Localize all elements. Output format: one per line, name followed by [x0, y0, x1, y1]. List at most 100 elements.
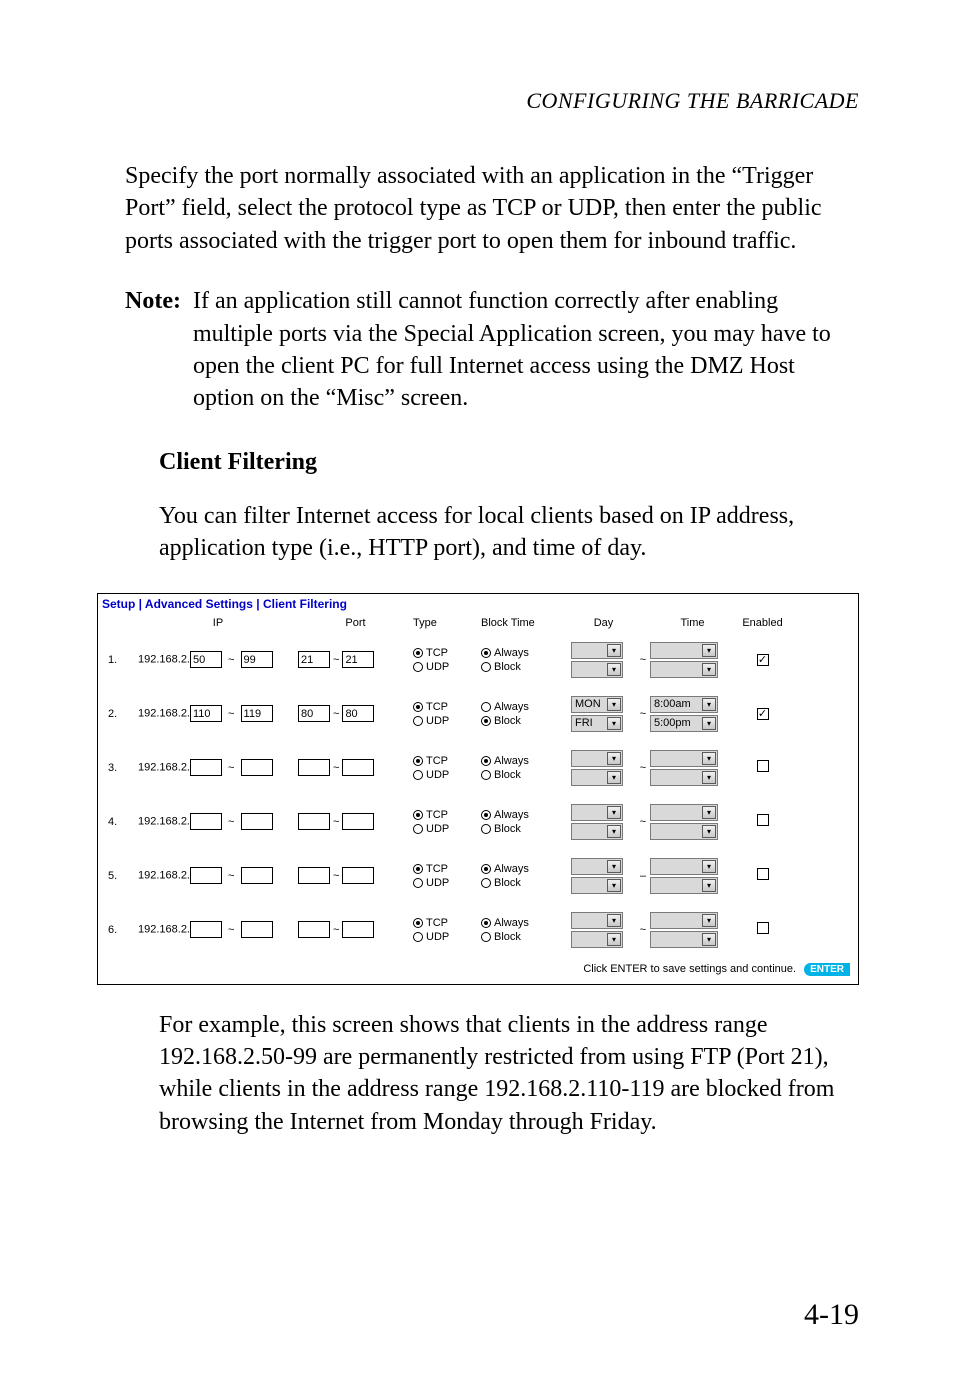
row-index: 1.	[108, 654, 138, 666]
day-from-select[interactable]: MON▾	[571, 696, 623, 713]
block-always-radio[interactable]	[481, 918, 491, 928]
table-row: 6.192.168.2. ~ ~TCPUDPAlwaysBlock▾▾~▾▾	[98, 903, 858, 957]
port-from-input[interactable]	[298, 651, 330, 668]
header-ip: IP	[138, 617, 298, 629]
block-block-radio[interactable]	[481, 716, 491, 726]
chevron-down-icon: ▾	[607, 771, 621, 784]
port-to-input[interactable]	[342, 813, 374, 830]
enabled-checkbox[interactable]	[757, 814, 769, 826]
ip-from-input[interactable]	[190, 651, 222, 668]
enabled-checkbox[interactable]	[757, 760, 769, 772]
client-filtering-intro: You can filter Internet access for local…	[159, 500, 859, 565]
chevron-down-icon: ▾	[607, 806, 621, 819]
day-to-select[interactable]: FRI▾	[571, 715, 623, 732]
port-from-input[interactable]	[298, 759, 330, 776]
enter-button[interactable]: ENTER	[804, 963, 850, 976]
day-from-select[interactable]: ▾	[571, 804, 623, 821]
enabled-checkbox[interactable]	[757, 922, 769, 934]
block-block-radio[interactable]	[481, 932, 491, 942]
day-to-select[interactable]: ▾	[571, 769, 623, 786]
port-from-input[interactable]	[298, 813, 330, 830]
port-from-input[interactable]	[298, 705, 330, 722]
time-from-select[interactable]: ▾	[650, 804, 718, 821]
time-from-select[interactable]: ▾	[650, 750, 718, 767]
day-to-select[interactable]: ▾	[571, 877, 623, 894]
time-to-select[interactable]: ▾	[650, 661, 718, 678]
time-to-select[interactable]: ▾	[650, 769, 718, 786]
type-tcp-radio[interactable]	[413, 864, 423, 874]
chevron-down-icon: ▾	[702, 825, 716, 838]
type-tcp-radio[interactable]	[413, 756, 423, 766]
chevron-down-icon: ▾	[702, 933, 716, 946]
enabled-checkbox[interactable]	[757, 654, 769, 666]
ip-to-input[interactable]	[241, 651, 273, 668]
chevron-down-icon: ▾	[607, 879, 621, 892]
block-block-radio[interactable]	[481, 824, 491, 834]
port-to-input[interactable]	[342, 651, 374, 668]
enabled-checkbox[interactable]	[757, 868, 769, 880]
time-from-select[interactable]: ▾	[650, 858, 718, 875]
type-udp-radio[interactable]	[413, 716, 423, 726]
type-tcp-radio[interactable]	[413, 702, 423, 712]
ip-from-input[interactable]	[190, 867, 222, 884]
ip-to-input[interactable]	[241, 921, 273, 938]
port-to-input[interactable]	[342, 705, 374, 722]
ip-prefix: 192.168.2.	[138, 870, 190, 882]
client-filtering-heading: Client Filtering	[159, 449, 859, 476]
type-udp-radio[interactable]	[413, 824, 423, 834]
type-udp-radio[interactable]	[413, 932, 423, 942]
time-from-select[interactable]: 8:00am▾	[650, 696, 718, 713]
time-to-select[interactable]: ▾	[650, 931, 718, 948]
port-to-input[interactable]	[342, 921, 374, 938]
ip-prefix: 192.168.2.	[138, 654, 190, 666]
day-to-select[interactable]: ▾	[571, 931, 623, 948]
time-to-select[interactable]: ▾	[650, 877, 718, 894]
ip-to-input[interactable]	[241, 705, 273, 722]
time-to-select[interactable]: ▾	[650, 823, 718, 840]
type-tcp-radio[interactable]	[413, 648, 423, 658]
ip-prefix: 192.168.2.	[138, 762, 190, 774]
day-from-select[interactable]: ▾	[571, 642, 623, 659]
day-from-select[interactable]: ▾	[571, 912, 623, 929]
time-from-select[interactable]: ▾	[650, 642, 718, 659]
chevron-down-icon: ▾	[702, 717, 716, 730]
ip-to-input[interactable]	[241, 813, 273, 830]
day-from-select[interactable]: ▾	[571, 858, 623, 875]
port-to-input[interactable]	[342, 867, 374, 884]
running-head: CONFIGURING THE BARRICADE	[125, 88, 859, 114]
time-to-select[interactable]: 5:00pm▾	[650, 715, 718, 732]
day-to-select[interactable]: ▾	[571, 823, 623, 840]
ip-from-input[interactable]	[190, 813, 222, 830]
block-block-radio[interactable]	[481, 770, 491, 780]
ip-to-input[interactable]	[241, 759, 273, 776]
chevron-down-icon: ▾	[607, 717, 621, 730]
block-always-radio[interactable]	[481, 864, 491, 874]
port-to-input[interactable]	[342, 759, 374, 776]
ip-from-input[interactable]	[190, 705, 222, 722]
ip-from-input[interactable]	[190, 759, 222, 776]
type-udp-radio[interactable]	[413, 662, 423, 672]
type-tcp-radio[interactable]	[413, 810, 423, 820]
block-block-radio[interactable]	[481, 662, 491, 672]
note-label: Note:	[125, 285, 193, 415]
block-always-radio[interactable]	[481, 648, 491, 658]
day-from-select[interactable]: ▾	[571, 750, 623, 767]
type-udp-radio[interactable]	[413, 878, 423, 888]
type-tcp-radio[interactable]	[413, 918, 423, 928]
port-from-input[interactable]	[298, 867, 330, 884]
ip-to-input[interactable]	[241, 867, 273, 884]
type-udp-radio[interactable]	[413, 770, 423, 780]
port-from-input[interactable]	[298, 921, 330, 938]
block-always-radio[interactable]	[481, 702, 491, 712]
block-always-radio[interactable]	[481, 810, 491, 820]
time-from-select[interactable]: ▾	[650, 912, 718, 929]
day-to-select[interactable]: ▾	[571, 661, 623, 678]
block-block-radio[interactable]	[481, 878, 491, 888]
block-always-radio[interactable]	[481, 756, 491, 766]
ip-from-input[interactable]	[190, 921, 222, 938]
row-index: 6.	[108, 924, 138, 936]
enabled-checkbox[interactable]	[757, 708, 769, 720]
breadcrumb: Setup | Advanced Settings | Client Filte…	[98, 594, 858, 617]
row-index: 3.	[108, 762, 138, 774]
row-index: 5.	[108, 870, 138, 882]
